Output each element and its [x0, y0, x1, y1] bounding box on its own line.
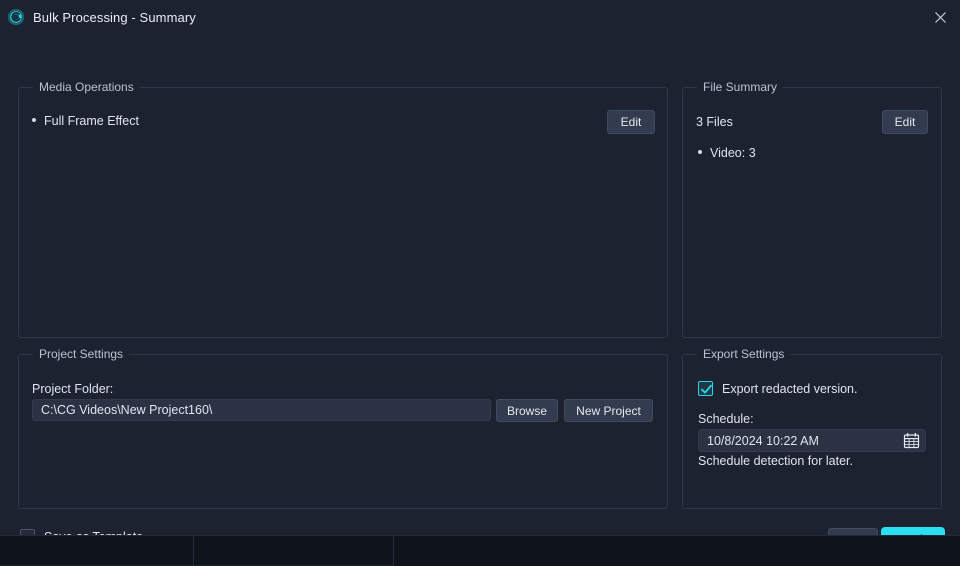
bullet-icon	[32, 118, 36, 122]
bulk-processing-summary-dialog: Bulk Processing - Summary Media Operatio…	[0, 0, 960, 535]
project-settings-legend: Project Settings	[33, 347, 129, 361]
file-type-item: Video: 3	[698, 146, 756, 160]
schedule-note-row: Schedule detection for later.	[698, 454, 853, 468]
close-button[interactable]	[924, 2, 956, 32]
window-title: Bulk Processing - Summary	[33, 10, 196, 25]
bottom-taskbar-strip	[0, 535, 960, 566]
bullet-icon	[698, 150, 702, 154]
schedule-label-row: Schedule:	[698, 412, 754, 426]
project-folder-label-row: Project Folder:	[32, 382, 113, 396]
project-settings-panel: Project Settings	[18, 354, 668, 509]
file-type-label: Video: 3	[710, 146, 756, 160]
browse-button[interactable]: Browse	[496, 399, 558, 422]
media-operation-label: Full Frame Effect	[44, 114, 139, 128]
file-count-label: 3 Files	[696, 115, 733, 129]
schedule-input[interactable]	[698, 429, 926, 452]
app-screen: Bulk Processing - Summary Media Operatio…	[0, 0, 960, 566]
title-bar: Bulk Processing - Summary	[0, 0, 960, 34]
calendar-icon[interactable]	[903, 432, 920, 449]
export-redacted-checkbox-row[interactable]: Export redacted version.	[698, 381, 858, 396]
file-summary-edit-button[interactable]: Edit	[882, 110, 928, 134]
new-project-button[interactable]: New Project	[564, 399, 653, 422]
dialog-body: Media Operations Full Frame Effect Edit …	[0, 34, 960, 535]
file-summary-legend: File Summary	[697, 80, 783, 94]
project-folder-label: Project Folder:	[32, 382, 113, 396]
export-redacted-checkbox[interactable]	[698, 381, 713, 396]
schedule-label: Schedule:	[698, 412, 754, 426]
media-operations-legend: Media Operations	[33, 80, 140, 94]
strip-divider	[193, 536, 194, 566]
project-folder-input[interactable]	[32, 399, 491, 421]
schedule-note: Schedule detection for later.	[698, 454, 853, 468]
media-operation-item: Full Frame Effect	[32, 114, 139, 128]
spiral-logo-icon	[8, 9, 24, 25]
strip-divider	[393, 536, 394, 566]
media-operations-edit-button[interactable]: Edit	[607, 110, 655, 134]
file-count-row: 3 Files	[696, 115, 733, 129]
export-redacted-label: Export redacted version.	[722, 382, 858, 396]
export-settings-legend: Export Settings	[697, 347, 790, 361]
